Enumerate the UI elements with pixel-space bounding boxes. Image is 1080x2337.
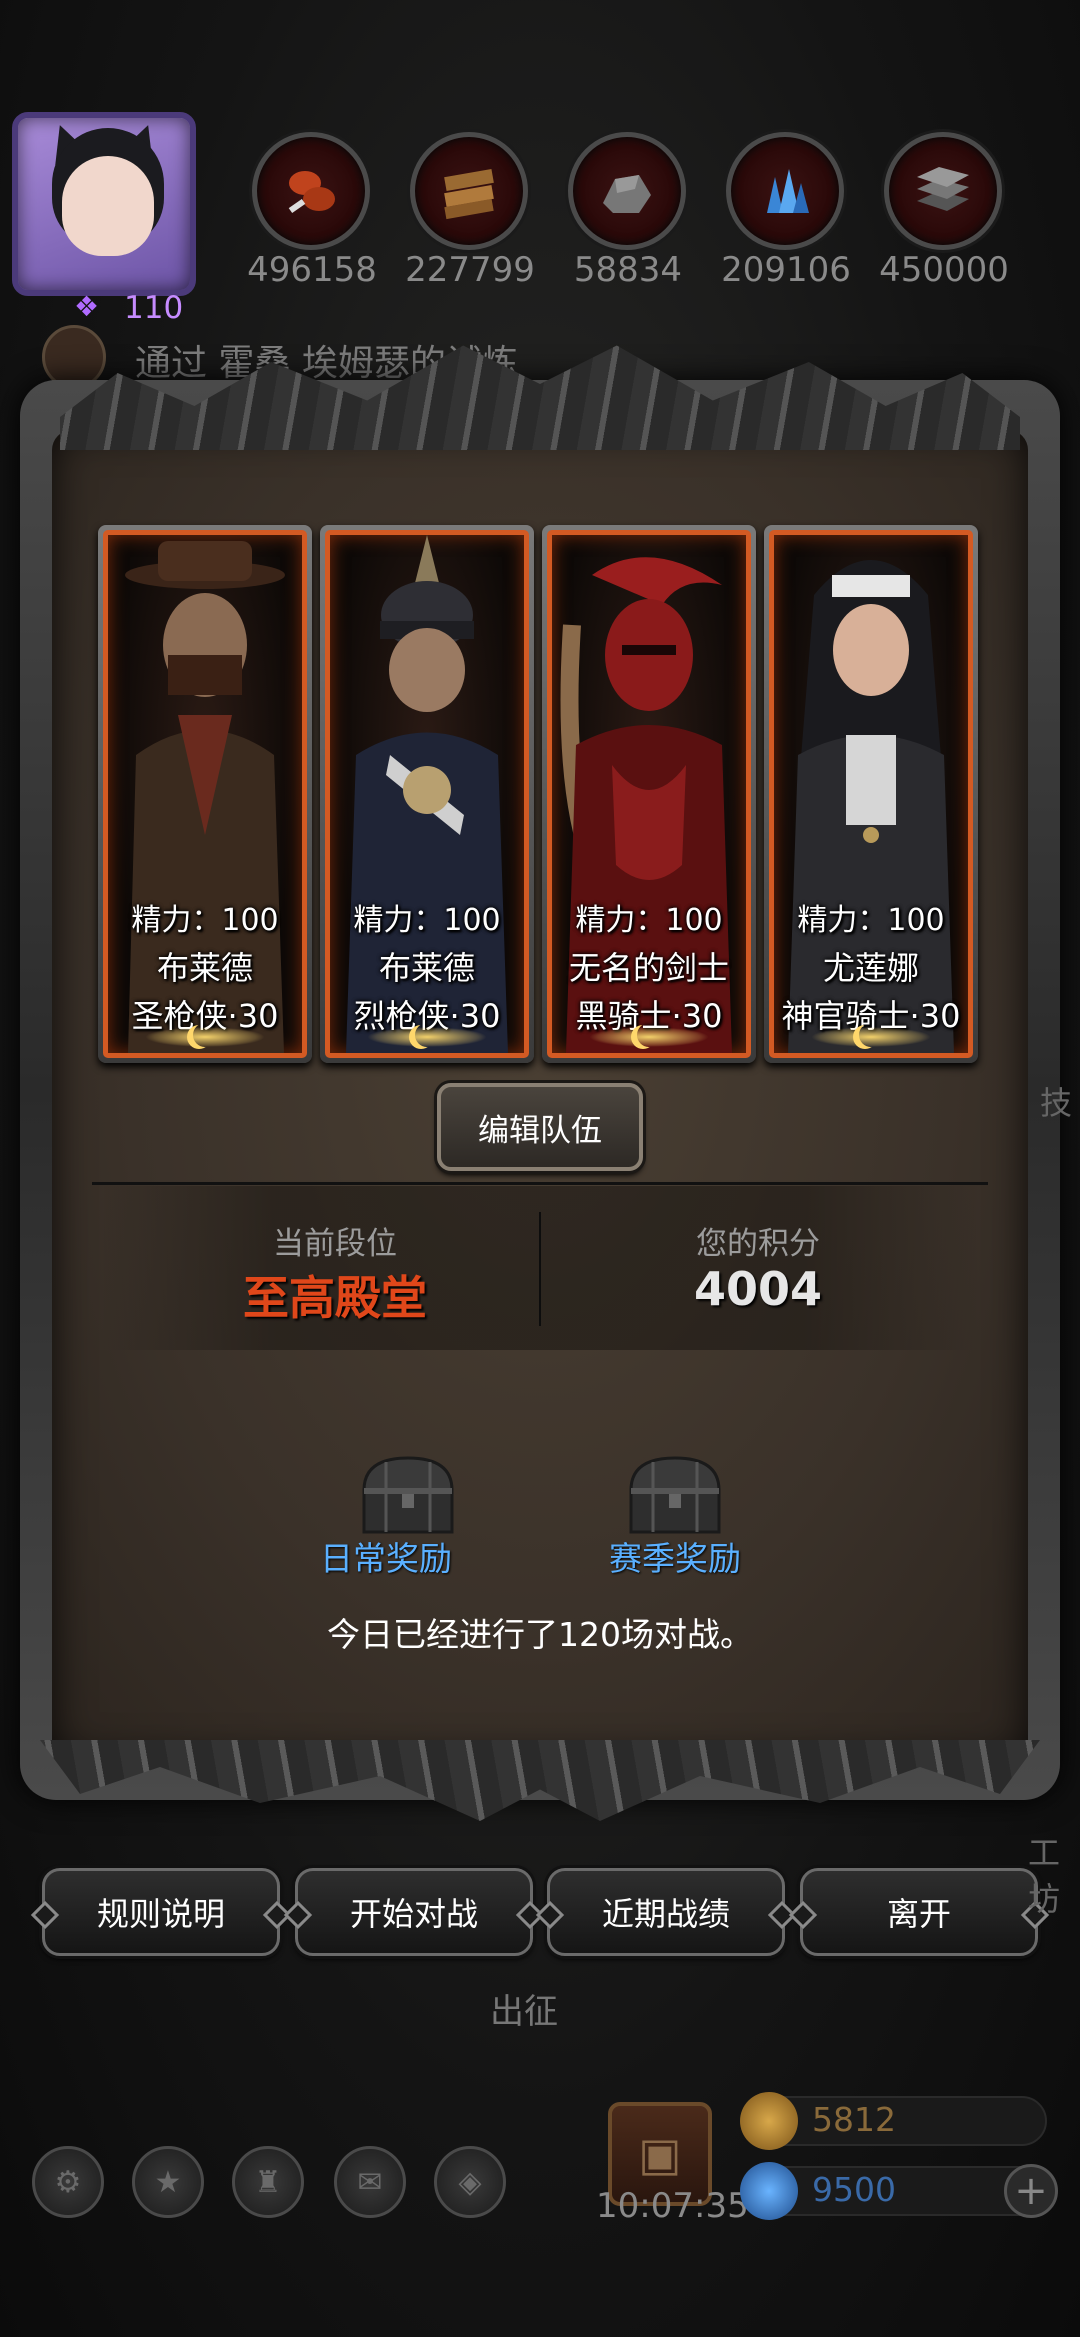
- hero-name: 尤莲娜: [822, 949, 919, 987]
- gem-icon: [740, 2162, 798, 2220]
- stone-icon: [603, 175, 651, 213]
- hero-energy: 精力：100: [131, 903, 279, 938]
- moon-emblem-icon: [145, 1027, 265, 1047]
- star-icon[interactable]: ★: [132, 2146, 204, 2218]
- resource-value-iron: 450000: [879, 250, 1009, 290]
- resource-crystal[interactable]: [726, 132, 844, 250]
- hero-card[interactable]: 精力：100 无名的剑士 黑骑士·30: [542, 525, 756, 1063]
- recent-records-button[interactable]: 近期战绩: [547, 1868, 785, 1956]
- side-label-right: 技: [1040, 1084, 1073, 1122]
- leave-button[interactable]: 离开: [800, 1868, 1038, 1956]
- moon-emblem-icon: [367, 1027, 487, 1047]
- resource-value-stone: 58834: [573, 250, 683, 290]
- hero-card[interactable]: 精力：100 布莱德 圣枪侠·30: [98, 525, 312, 1063]
- wood-icon: [444, 168, 494, 220]
- hero-name: 布莱德: [156, 949, 253, 987]
- score-label: 您的积分: [696, 1226, 820, 1262]
- map-icon[interactable]: ◈: [434, 2146, 506, 2218]
- hero-card[interactable]: 精力：100 布莱德 烈枪侠·30: [320, 525, 534, 1063]
- gift-timer: 10:07:35: [596, 2186, 749, 2226]
- castle-icon[interactable]: ♜: [232, 2146, 304, 2218]
- rank-score-divider: [539, 1212, 541, 1326]
- hero-energy: 精力：100: [797, 903, 945, 938]
- season-reward-chest-icon[interactable]: [623, 1452, 727, 1538]
- player-level: 110: [124, 290, 184, 326]
- add-currency-plus-icon[interactable]: +: [1004, 2164, 1058, 2218]
- hero-name: 无名的剑士: [568, 949, 729, 987]
- battle-count-text: 今日已经进行了120场对战。: [327, 1615, 753, 1654]
- side-label-workshop: 工坊: [1028, 1834, 1061, 1918]
- resource-stone[interactable]: [568, 132, 686, 250]
- resource-value-meat: 496158: [247, 250, 377, 290]
- resource-iron[interactable]: [884, 132, 1002, 250]
- crystal-icon: [767, 169, 809, 213]
- hero-energy: 精力：100: [575, 903, 723, 938]
- score-value: 4004: [693, 1262, 823, 1316]
- rank-label: 当前段位: [273, 1226, 397, 1262]
- iron-icon: [917, 167, 969, 211]
- avatar-face: [62, 156, 154, 256]
- gold-coin-icon: [740, 2092, 798, 2150]
- rules-button[interactable]: 规则说明: [42, 1868, 280, 1956]
- divider: [92, 1182, 988, 1185]
- season-reward-label[interactable]: 赛季奖励: [555, 1532, 795, 1580]
- cat-ear-right: [118, 118, 166, 166]
- moon-emblem-icon: [811, 1027, 931, 1047]
- mail-icon[interactable]: ✉: [334, 2146, 406, 2218]
- daily-reward-chest-icon[interactable]: [356, 1452, 460, 1538]
- hero-name: 布莱德: [378, 949, 475, 987]
- resource-meat[interactable]: [252, 132, 370, 250]
- meat-icon: [288, 171, 335, 214]
- resource-value-wood: 227799: [405, 250, 535, 290]
- resource-wood[interactable]: [410, 132, 528, 250]
- moon-emblem-icon: [589, 1027, 709, 1047]
- start-battle-button[interactable]: 开始对战: [295, 1868, 533, 1956]
- cat-ear-left: [42, 118, 90, 166]
- player-avatar[interactable]: [12, 112, 196, 296]
- hero-energy: 精力：100: [353, 903, 501, 938]
- hero-card[interactable]: 精力：100 尤莲娜 神官骑士·30: [764, 525, 978, 1063]
- gold-value: 5812: [812, 2100, 896, 2139]
- expedition-label: 出征: [490, 1992, 558, 2032]
- edit-team-button[interactable]: 编辑队伍: [437, 1083, 643, 1171]
- settings-gear-icon[interactable]: ⚙: [32, 2146, 104, 2218]
- gem-value: 9500: [812, 2170, 896, 2209]
- rank-value: 至高殿堂: [243, 1271, 427, 1325]
- daily-reward-label[interactable]: 日常奖励: [266, 1532, 506, 1580]
- level-crystal-icon: ❖: [74, 290, 100, 323]
- resource-value-crystal: 209106: [721, 250, 851, 290]
